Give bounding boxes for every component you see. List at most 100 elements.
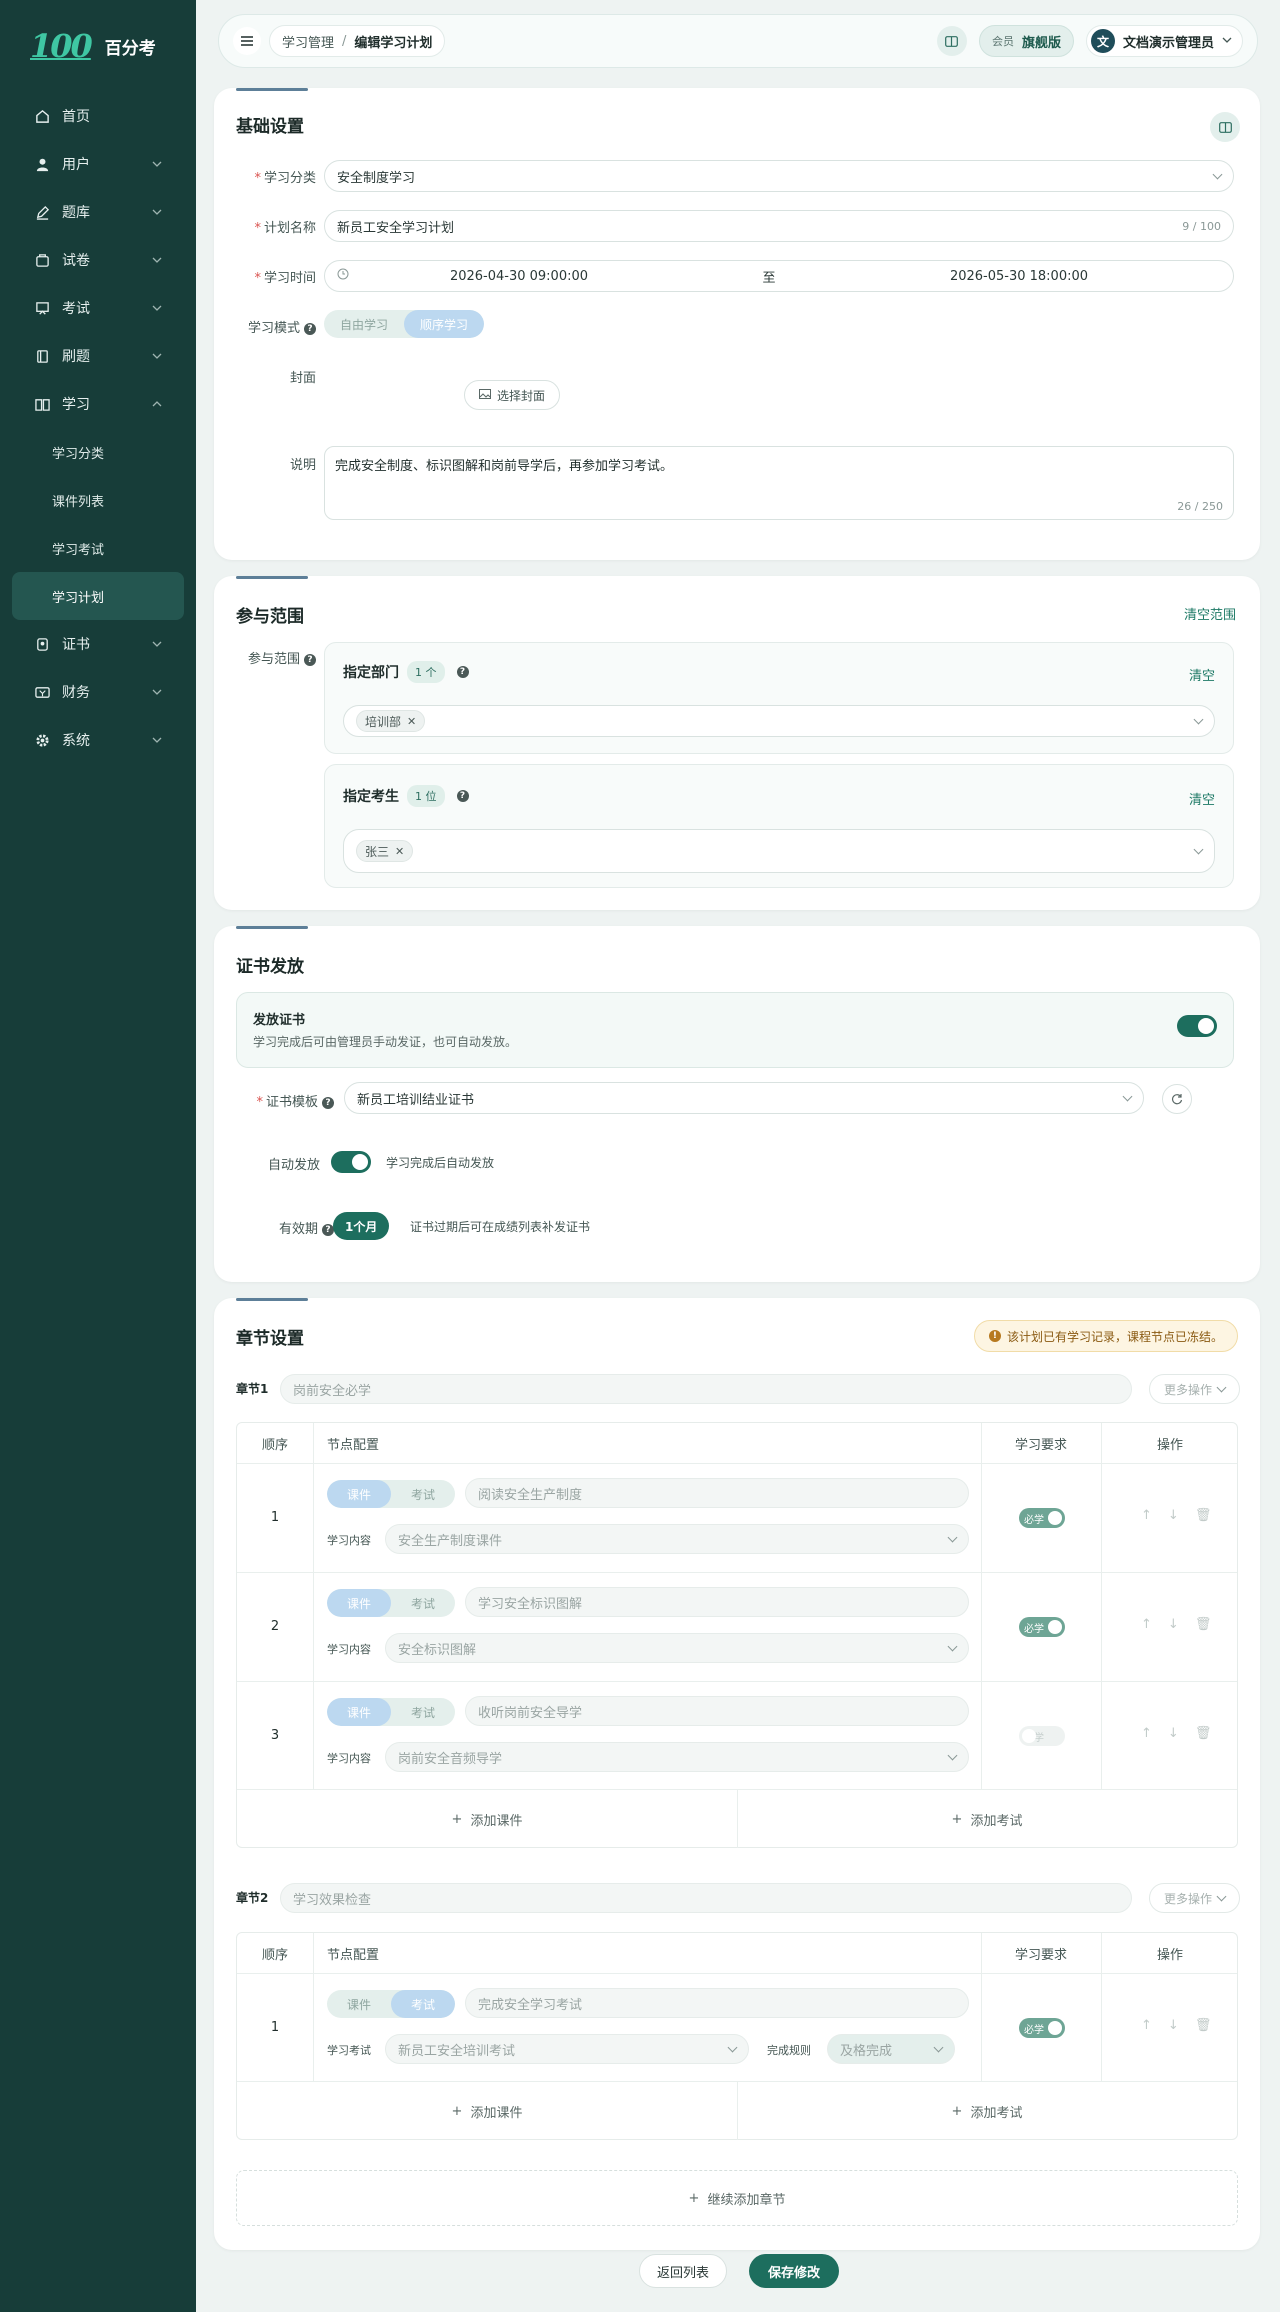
- add-course-button[interactable]: + 添加课件: [237, 1799, 737, 1839]
- close-icon[interactable]: ✕: [395, 845, 404, 858]
- col-header-order: 顺序: [261, 1437, 288, 1453]
- more-actions-button[interactable]: 更多操作: [1149, 1883, 1241, 1913]
- rule-select[interactable]: 及格完成: [827, 2034, 955, 2064]
- user-menu[interactable]: 文 文档演示管理员: [1085, 25, 1243, 57]
- auto-issue-toggle[interactable]: [331, 1151, 371, 1173]
- seg-exam[interactable]: 考试: [391, 1990, 455, 2018]
- plan-name-input[interactable]: 新员工安全学习计划 9 / 100: [324, 210, 1234, 242]
- home-icon: [34, 108, 50, 124]
- node-title-input[interactable]: 收听岗前安全导学: [465, 1696, 969, 1726]
- sidebar-item-study[interactable]: 学习: [0, 380, 196, 428]
- row-order: 1: [270, 2020, 280, 2035]
- required-toggle[interactable]: 必学: [1019, 1508, 1065, 1528]
- move-up-icon[interactable]: ↑: [1141, 1508, 1152, 1523]
- menu-toggle-icon[interactable]: [233, 27, 261, 55]
- seg-exam[interactable]: 考试: [391, 1698, 455, 1726]
- required-toggle[interactable]: 必学: [1019, 1617, 1065, 1637]
- sidebar-item-label: 证书: [62, 637, 90, 653]
- category-select[interactable]: 安全制度学习: [324, 160, 1234, 192]
- seg-course[interactable]: 课件: [327, 1480, 391, 1508]
- trash-icon[interactable]: 🗑: [1195, 1726, 1212, 1741]
- sidebar-item-user[interactable]: 用户: [0, 140, 196, 188]
- clear-scope-link[interactable]: 清空范围: [1184, 604, 1236, 623]
- panel-toggle-icon[interactable]: [1210, 112, 1240, 142]
- row-actions: ↑ ↓ 🗑: [1141, 2018, 1211, 2033]
- add-exam-button[interactable]: + 添加考试: [737, 1799, 1237, 1839]
- move-up-icon[interactable]: ↑: [1141, 2018, 1152, 2033]
- panel-toggle-icon[interactable]: [936, 26, 967, 56]
- required-toggle[interactable]: 必学: [1019, 2018, 1065, 2038]
- student-select[interactable]: 张三 ✕: [343, 829, 1215, 873]
- issue-cert-toggle[interactable]: [1177, 1015, 1217, 1037]
- content-select[interactable]: 安全生产制度课件: [385, 1524, 969, 1554]
- back-to-list-button[interactable]: 返回列表: [639, 2254, 727, 2288]
- sidebar-item-system[interactable]: 系统: [0, 716, 196, 764]
- add-course-button[interactable]: + 添加课件: [237, 2091, 737, 2131]
- chapter-2-name-input[interactable]: 学习效果检查: [280, 1883, 1132, 1913]
- select-cover-button[interactable]: 选择封面: [464, 380, 561, 410]
- dept-select[interactable]: 培训部 ✕: [343, 705, 1215, 737]
- required-toggle[interactable]: 必学: [1019, 1726, 1065, 1746]
- seg-course[interactable]: 课件: [327, 1589, 391, 1617]
- sidebar-item-question-bank[interactable]: 题库: [0, 188, 196, 236]
- col-header-ops: 操作: [1156, 1947, 1183, 1963]
- template-select[interactable]: 新员工培训结业证书: [344, 1082, 1144, 1114]
- save-button[interactable]: 保存修改: [749, 2254, 839, 2288]
- node-title-input[interactable]: 完成安全学习考试: [465, 1988, 969, 2018]
- content-select[interactable]: 安全标识图解: [385, 1633, 969, 1663]
- move-down-icon[interactable]: ↓: [1168, 1508, 1179, 1523]
- seg-exam[interactable]: 考试: [391, 1480, 455, 1508]
- chevron-down-icon: [933, 2042, 944, 2052]
- add-exam-button[interactable]: + 添加考试: [737, 2091, 1237, 2131]
- dept-clear-link[interactable]: 清空: [1189, 665, 1215, 684]
- close-icon[interactable]: ✕: [407, 715, 416, 728]
- more-actions-label: 更多操作: [1164, 1382, 1213, 1397]
- move-up-icon[interactable]: ↑: [1141, 1726, 1152, 1741]
- exam-select[interactable]: 新员工安全培训考试: [385, 2034, 749, 2064]
- sidebar-subitem-study-category[interactable]: 学习分类: [0, 428, 196, 476]
- char-count: 9 / 100: [1182, 219, 1221, 233]
- sidebar-item-finance[interactable]: 财务: [0, 668, 196, 716]
- node-title-input[interactable]: 学习安全标识图解: [465, 1587, 969, 1617]
- sidebar-item-practice[interactable]: 刷题: [0, 332, 196, 380]
- chevron-down-icon: [727, 2042, 738, 2052]
- mode-free-option[interactable]: 自由学习: [324, 310, 404, 338]
- sidebar-item-paper[interactable]: 试卷: [0, 236, 196, 284]
- refresh-icon[interactable]: [1162, 1084, 1192, 1114]
- sidebar-item-cert[interactable]: 证书: [0, 620, 196, 668]
- time-end[interactable]: 2026-05-30 18:00:00: [849, 269, 1189, 284]
- member-badge[interactable]: 会员 旗舰版: [978, 25, 1074, 57]
- plus-icon: +: [451, 2103, 463, 2119]
- breadcrumb-item[interactable]: 学习管理: [282, 32, 334, 51]
- seg-exam[interactable]: 考试: [391, 1589, 455, 1617]
- move-down-icon[interactable]: ↓: [1168, 2018, 1179, 2033]
- sidebar-subitem-study-exam[interactable]: 学习考试: [0, 524, 196, 572]
- student-clear-link[interactable]: 清空: [1189, 789, 1215, 808]
- time-start[interactable]: 2026-04-30 09:00:00: [349, 269, 689, 284]
- seg-course[interactable]: 课件: [327, 1990, 391, 2018]
- chapter-1-name-input[interactable]: 岗前安全必学: [280, 1374, 1132, 1404]
- study-time-range[interactable]: 2026-04-30 09:00:00 至 2026-05-30 18:00:0…: [324, 260, 1234, 292]
- trash-icon[interactable]: 🗑: [1195, 1617, 1212, 1632]
- content-select[interactable]: 岗前安全音频导学: [385, 1742, 969, 1772]
- trash-icon[interactable]: 🗑: [1195, 2018, 1212, 2033]
- sidebar-subitem-study-plan[interactable]: 学习计划: [12, 572, 184, 620]
- seg-course[interactable]: 课件: [327, 1698, 391, 1726]
- move-up-icon[interactable]: ↑: [1141, 1617, 1152, 1632]
- sidebar-subitem-courseware[interactable]: 课件列表: [0, 476, 196, 524]
- chapter-2-label: 章节2: [236, 1891, 269, 1905]
- category-label: * 学习分类: [254, 171, 316, 186]
- move-down-icon[interactable]: ↓: [1168, 1726, 1179, 1741]
- description-textarea[interactable]: 完成安全制度、标识图解和岗前导学后，再参加学习考试。 26 / 250: [324, 446, 1234, 520]
- more-actions-button[interactable]: 更多操作: [1149, 1374, 1241, 1404]
- chevron-down-icon: [152, 733, 162, 749]
- trash-icon[interactable]: 🗑: [1195, 1508, 1212, 1523]
- node-title-input[interactable]: 阅读安全生产制度: [465, 1478, 969, 1508]
- add-chapter-button[interactable]: + 继续添加章节: [236, 2170, 1238, 2226]
- validity-value-chip[interactable]: 1个月: [333, 1212, 390, 1240]
- sidebar-item-exam[interactable]: 考试: [0, 284, 196, 332]
- sidebar: 100 百分考 首页 用户 题库 试卷 考试 刷题 学习 学习分类 课件列表 学…: [0, 0, 196, 2312]
- sidebar-item-home[interactable]: 首页: [0, 92, 196, 140]
- move-down-icon[interactable]: ↓: [1168, 1617, 1179, 1632]
- mode-seq-option[interactable]: 顺序学习: [404, 310, 484, 338]
